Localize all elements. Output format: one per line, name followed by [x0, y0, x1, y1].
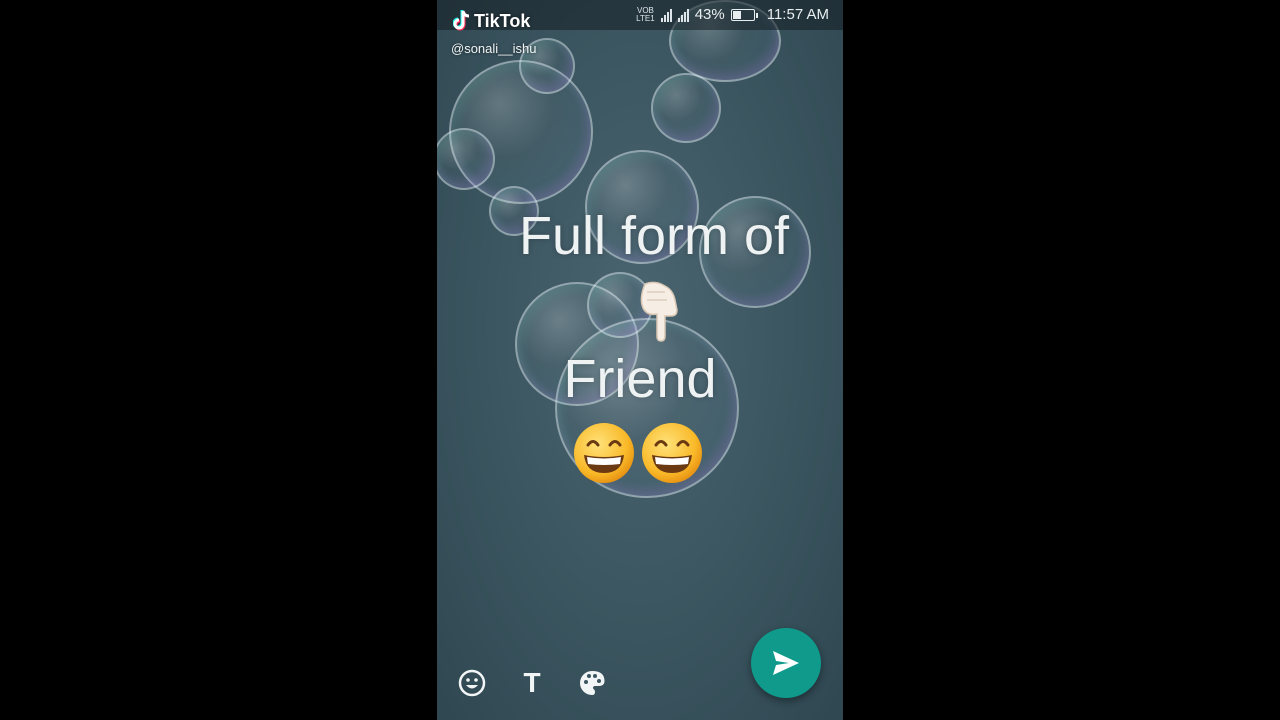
- color-palette-button[interactable]: [577, 666, 607, 700]
- volte-indicator: VOB LTE1: [636, 6, 655, 23]
- smiley-icon: [458, 669, 486, 697]
- tiktok-watermark: TikTok: [453, 10, 530, 32]
- send-button[interactable]: [751, 628, 821, 698]
- send-icon: [773, 651, 799, 675]
- signal-icon: [660, 8, 672, 22]
- volte-bottom-label: LTE1: [636, 13, 655, 23]
- phone-screen: VOB LTE1 43% 11:57 AM TikTok @sonali__is…: [437, 0, 843, 720]
- pointing-down-icon: [640, 281, 678, 342]
- tiktok-brand: TikTok: [474, 10, 531, 31]
- bubble: [651, 73, 721, 143]
- battery-icon: [730, 8, 758, 21]
- palette-icon: [580, 671, 605, 695]
- tiktok-logo-icon: [453, 10, 471, 32]
- text-tool-button[interactable]: T: [517, 666, 547, 700]
- emoji-row: [572, 421, 704, 485]
- status-indicators: VOB LTE1 43% 11:57 AM: [636, 6, 829, 23]
- editor-toolbar: T: [457, 666, 607, 700]
- creator-handle: @sonali__ishu: [451, 41, 537, 56]
- grinning-face-icon: [574, 423, 634, 483]
- clock: 11:57 AM: [766, 6, 829, 23]
- signal-icon: [677, 8, 689, 22]
- battery-fill: [732, 10, 741, 19]
- video-stage: VOB LTE1 43% 11:57 AM TikTok @sonali__is…: [0, 0, 1280, 720]
- grinning-face-icon: [642, 423, 702, 483]
- battery-percent: 43%: [694, 6, 725, 23]
- headline-line-2: Friend: [563, 349, 717, 409]
- headline-line-1: Full form of: [518, 206, 790, 266]
- emoji-button[interactable]: [457, 666, 487, 700]
